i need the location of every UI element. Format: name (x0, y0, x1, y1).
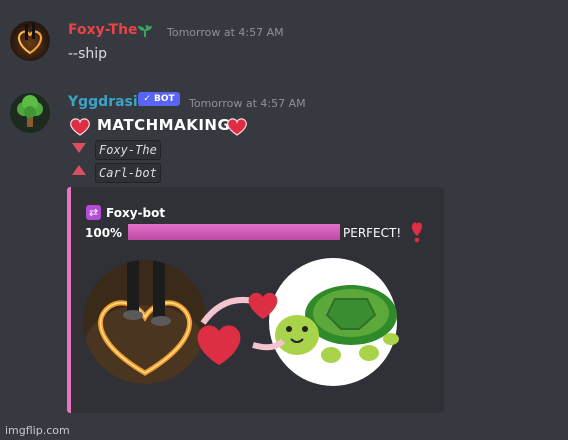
compatibility-bar-fill (128, 224, 340, 240)
heart-icon (227, 118, 247, 136)
user-avatar-foxy[interactable] (10, 21, 50, 61)
seedling-icon (138, 25, 152, 37)
user-code-carl: Carl-bot (95, 163, 161, 183)
username-yggdrasil[interactable]: Yggdrasil (68, 94, 142, 110)
tree-avatar (17, 95, 43, 127)
heart-icon (70, 118, 90, 136)
embed-accent-bar (67, 187, 71, 413)
matchmaking-heading: MATCHMAKING (97, 116, 231, 134)
shuffle-icon: ⇄ (86, 205, 101, 220)
username-foxy[interactable]: Foxy-The (68, 22, 138, 38)
timestamp: Tomorrow at 4:57 AM (167, 26, 284, 39)
exclamation-heart-icon (411, 222, 423, 243)
percent-label: 100% (85, 226, 123, 240)
fire-heart-avatar (17, 23, 43, 55)
ship-embed: ⇄ Foxy-bot 100% PERFECT! (67, 187, 444, 413)
compatibility-bar (128, 224, 340, 240)
message-text: --ship (68, 46, 108, 62)
triangle-up-icon (72, 165, 86, 175)
result-label: PERFECT! (343, 226, 402, 240)
user-code-foxy: Foxy-The (95, 140, 161, 160)
timestamp: Tomorrow at 4:57 AM (189, 97, 306, 110)
user-avatar-yggdrasil[interactable] (10, 93, 50, 133)
ship-image[interactable] (83, 255, 403, 405)
fire-heart-photo (83, 260, 207, 384)
embed-author[interactable]: Foxy-bot (106, 206, 165, 220)
triangle-down-icon (72, 143, 86, 153)
watermark: imgflip.com (5, 424, 70, 437)
bot-badge: ✓ BOT (138, 92, 180, 106)
